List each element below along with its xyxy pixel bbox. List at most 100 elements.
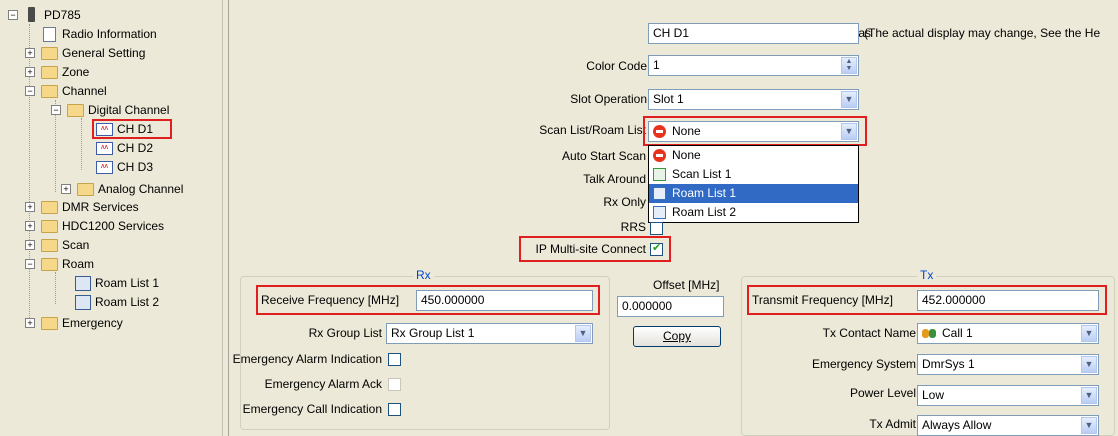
copy-button[interactable]: Copy <box>633 326 721 347</box>
folder-icon <box>41 201 58 214</box>
tree-item-roam-list-1[interactable]: Roam List 1 <box>8 274 208 292</box>
collapse-icon[interactable]: − <box>8 10 18 20</box>
tree-item-roam[interactable]: − Roam <box>8 255 208 273</box>
chevron-down-icon[interactable]: ▼ <box>1081 325 1097 342</box>
tree-label: Channel <box>62 84 107 98</box>
tx-contact-name-label: Tx Contact Name <box>822 326 916 340</box>
tree-label: Scan <box>62 238 90 252</box>
rx-group-list-select[interactable]: Rx Group List 1 ▼ <box>386 323 593 344</box>
channel-icon: ᴧᴧ <box>96 142 113 155</box>
rx-group-title: Rx <box>413 268 434 282</box>
expand-icon[interactable]: + <box>25 202 35 212</box>
tree-item-dmr-services[interactable]: + DMR Services <box>8 198 208 216</box>
tree-item-pd785[interactable]: − PD785 <box>8 6 208 24</box>
tx-admit-value: Always Allow <box>922 418 992 432</box>
dropdown-item-scan-list-1[interactable]: Scan List 1 <box>649 165 858 184</box>
scan-roam-dropdown[interactable]: None Scan List 1 Roam List 1 Roam List 2 <box>648 145 859 223</box>
chevron-down-icon[interactable]: ▼ <box>1081 417 1097 434</box>
expand-icon[interactable]: + <box>61 184 71 194</box>
collapse-icon[interactable]: − <box>51 105 61 115</box>
emergency-system-select[interactable]: DmrSys 1 ▼ <box>917 354 1099 375</box>
highlight-box <box>519 236 671 262</box>
tree-item-general-setting[interactable]: + General Setting <box>8 44 208 62</box>
emergency-alarm-ack-label: Emergency Alarm Ack <box>264 377 382 391</box>
tree-label: HDC1200 Services <box>62 219 165 233</box>
rrs-label: RRS <box>620 220 646 234</box>
dropdown-item-label: None <box>672 148 701 162</box>
expand-icon[interactable]: + <box>25 48 35 58</box>
tx-admit-select[interactable]: Always Allow ▼ <box>917 415 1099 436</box>
dropdown-item-none[interactable]: None <box>649 146 858 165</box>
radio-icon <box>28 7 35 22</box>
expand-icon[interactable]: + <box>25 67 35 77</box>
rx-group-list-value: Rx Group List 1 <box>391 326 475 340</box>
tree-label: Roam List 2 <box>95 295 160 309</box>
chevron-down-icon[interactable]: ▼ <box>841 91 857 108</box>
roam-list-icon <box>653 206 666 219</box>
tree-item-radio-information[interactable]: Radio Information <box>8 25 208 43</box>
tree-item-zone[interactable]: + Zone <box>8 63 208 81</box>
dropdown-item-roam-list-2[interactable]: Roam List 2 <box>649 203 858 222</box>
contact-group-icon <box>922 328 938 339</box>
tree-label: Radio Information <box>62 27 157 41</box>
emergency-call-indication-checkbox[interactable] <box>388 403 401 416</box>
highlight-box <box>256 285 600 315</box>
rrs-checkbox[interactable] <box>650 222 663 235</box>
copy-button-label: Copy <box>662 329 691 343</box>
none-icon <box>653 149 666 162</box>
tx-contact-name-value: Call 1 <box>942 326 973 340</box>
chevron-down-icon[interactable]: ▼ <box>1081 387 1097 404</box>
folder-icon <box>41 66 58 79</box>
tree-item-ch-d3[interactable]: ᴧᴧ CH D3 <box>8 158 208 176</box>
emergency-system-label: Emergency System <box>811 357 916 371</box>
expand-icon[interactable]: + <box>25 240 35 250</box>
panel-splitter[interactable] <box>222 0 229 436</box>
offset-input[interactable]: 0.000000 <box>617 296 724 317</box>
tree-label: Roam List 1 <box>95 276 160 290</box>
tree-item-hdc1200-services[interactable]: + HDC1200 Services <box>8 217 208 235</box>
expand-icon[interactable]: + <box>25 221 35 231</box>
tree-label: Zone <box>62 65 90 79</box>
power-level-select[interactable]: Low ▼ <box>917 385 1099 406</box>
expand-icon[interactable]: + <box>25 318 35 328</box>
chevron-down-icon[interactable]: ▼ <box>575 325 591 342</box>
tree-item-analog-channel[interactable]: + Analog Channel <box>8 180 208 198</box>
channel-alias-note: (The actual display may change, See the … <box>864 26 1101 40</box>
dropdown-item-label: Roam List 2 <box>672 205 737 219</box>
tx-contact-name-select[interactable]: Call 1 ▼ <box>917 323 1099 344</box>
emergency-system-value: DmrSys 1 <box>922 357 975 371</box>
highlight-box <box>747 285 1107 315</box>
tree-label: Analog Channel <box>98 182 184 196</box>
rx-group-list-label: Rx Group List <box>308 326 382 340</box>
tree-item-digital-channel[interactable]: − Digital Channel <box>8 101 208 119</box>
dropdown-item-label: Roam List 1 <box>672 186 737 200</box>
tree-item-ch-d2[interactable]: ᴧᴧ CH D2 <box>8 139 208 157</box>
folder-open-icon <box>41 258 58 271</box>
tx-admit-label: Tx Admit <box>869 417 916 431</box>
slot-operation-select[interactable]: Slot 1 ▼ <box>648 89 859 110</box>
channel-alias-input[interactable]: CH D1 <box>648 23 859 44</box>
tree-item-scan[interactable]: + Scan <box>8 236 208 254</box>
folder-open-icon <box>41 85 58 98</box>
folder-icon <box>41 220 58 233</box>
roam-list-icon <box>653 187 666 200</box>
tree-item-roam-list-2[interactable]: Roam List 2 <box>8 293 208 311</box>
tree-item-emergency[interactable]: + Emergency <box>8 314 208 332</box>
channel-icon: ᴧᴧ <box>96 161 113 174</box>
tree-label: PD785 <box>44 8 81 22</box>
color-code-spinner[interactable]: 1 ▲ ▼ <box>648 55 859 76</box>
tree-label: General Setting <box>62 46 146 60</box>
dropdown-item-roam-list-1[interactable]: Roam List 1 <box>649 184 858 203</box>
highlight-box <box>643 116 867 146</box>
spinner-arrows-icon[interactable]: ▲ ▼ <box>841 57 857 74</box>
emergency-call-indication-label: Emergency Call Indication <box>242 402 382 416</box>
tree-label: Roam <box>62 257 95 271</box>
chevron-down-icon[interactable]: ▼ <box>1081 356 1097 373</box>
collapse-icon[interactable]: − <box>25 86 35 96</box>
emergency-alarm-ack-checkbox[interactable] <box>388 378 401 391</box>
tree-item-channel[interactable]: − Channel <box>8 82 208 100</box>
scan-list-icon <box>653 168 666 181</box>
collapse-icon[interactable]: − <box>25 259 35 269</box>
document-icon <box>43 27 56 42</box>
emergency-alarm-indication-checkbox[interactable] <box>388 353 401 366</box>
